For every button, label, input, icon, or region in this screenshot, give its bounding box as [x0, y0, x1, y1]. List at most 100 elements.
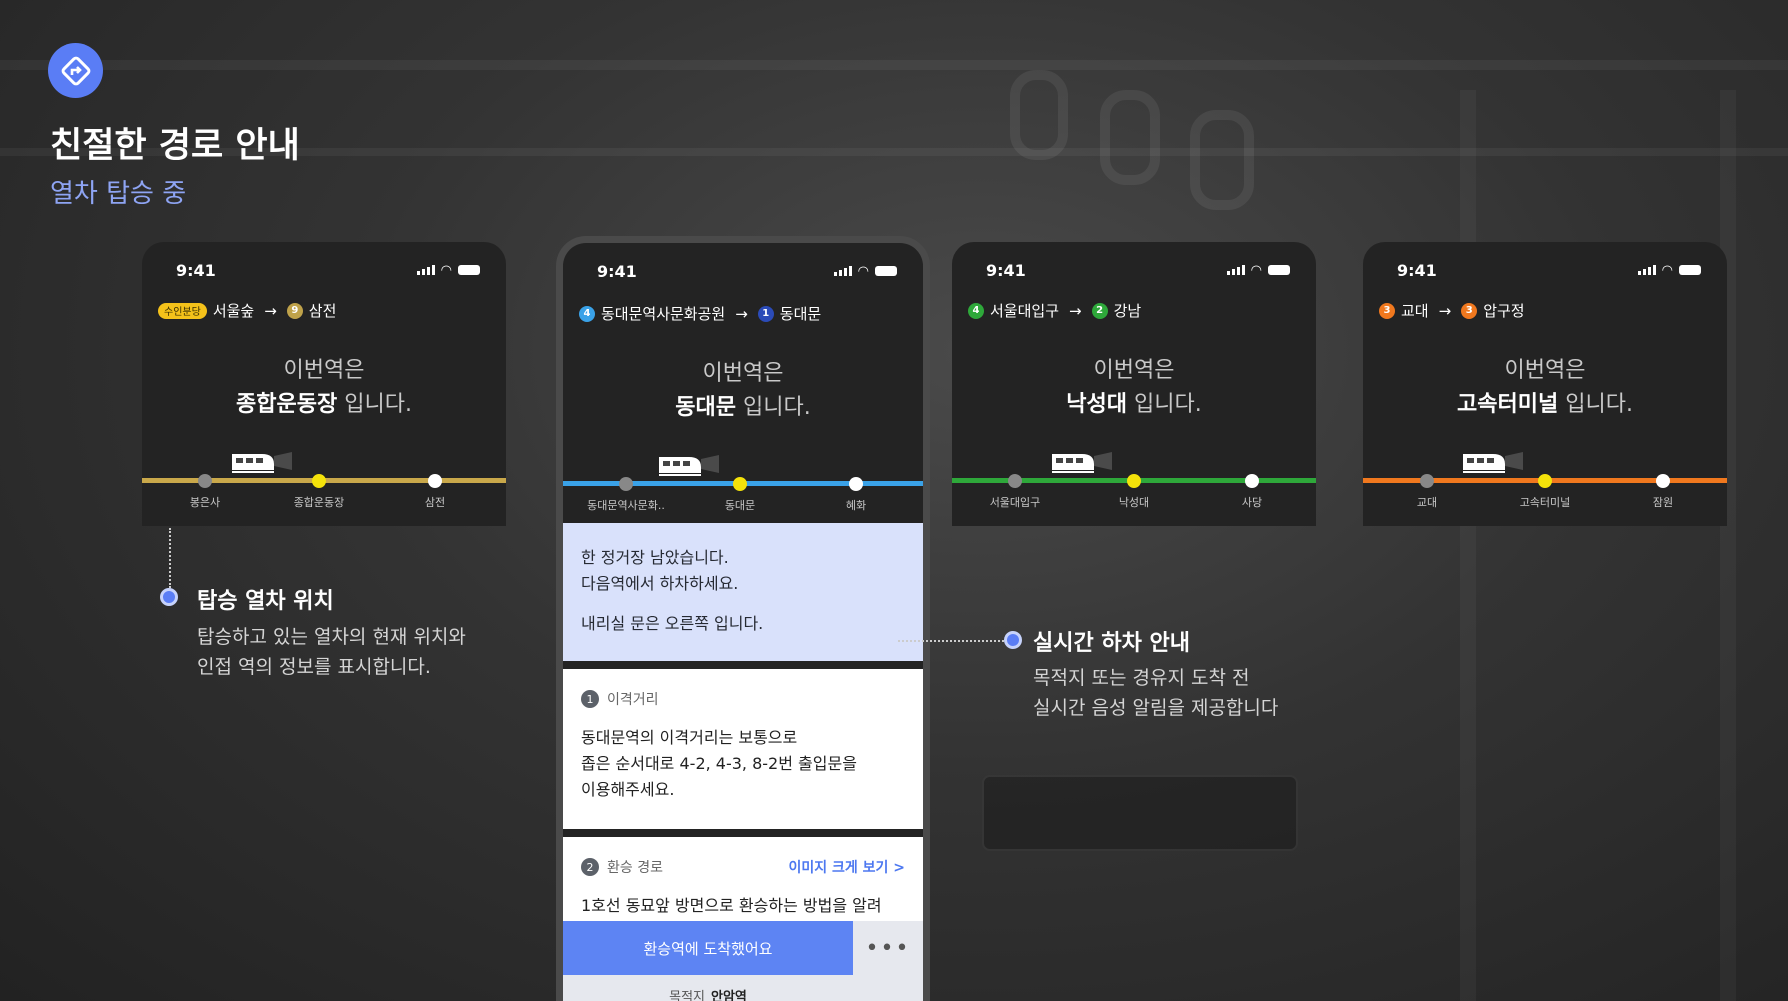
- section-body-line: 좁은 순서대로 4-2, 4-3, 8-2번 출입문을: [581, 754, 857, 773]
- station-label-next: 사당: [1241, 496, 1263, 509]
- annotation-desc-line: 실시간 음성 알림을 제공합니다: [1033, 697, 1279, 719]
- train-icon: [1459, 450, 1523, 474]
- station-dot-next: [428, 474, 442, 488]
- page-title: 친절한 경로 안내: [50, 126, 300, 166]
- status-time: 9:41: [1397, 260, 1437, 280]
- destination-bar-end: [853, 975, 923, 1001]
- route-summary: 3 교대 → 3 압구정: [1379, 300, 1711, 321]
- line-badge-to: 9: [286, 302, 303, 319]
- route-summary: 수인분당 서울숲 → 9 삼전: [158, 300, 490, 321]
- status-time: 9:41: [986, 260, 1026, 280]
- station-announcement: 이번역은 동대문 입니다.: [563, 357, 923, 425]
- alert-line3: 내리실 문은 오른쪽 입니다.: [581, 614, 764, 633]
- section-body-line: 동대문역의 이격거리는 보통으로: [581, 728, 798, 747]
- phone-screen-line3: 9:41 ◠ 3 교대 → 3 압구정 이번역은 고속터미널 입니다. 교대 고…: [1363, 242, 1727, 526]
- signal-icon: [416, 265, 435, 275]
- destination-bar: 목적지 안암역: [563, 975, 853, 1001]
- line-badge-from: 4: [968, 302, 984, 319]
- route-summary: 4 동대문역사문화공원 → 1 동대문: [579, 303, 907, 324]
- route-from: 동대문역사문화공원: [601, 305, 726, 323]
- station-announcement: 이번역은 낙성대 입니다.: [952, 354, 1316, 422]
- annotation-desc-line: 목적지 또는 경유지 도착 전: [1033, 667, 1250, 689]
- station-label-next: 잠원: [1652, 496, 1674, 509]
- station-dot-next: [1656, 474, 1670, 488]
- station-dot-prev: [1420, 474, 1434, 488]
- section-title: 환승 경로: [607, 860, 663, 876]
- signal-icon: [1637, 265, 1656, 275]
- station-label-current: 낙성대: [1118, 496, 1150, 509]
- station-dot-next: [849, 477, 863, 491]
- status-time: 9:41: [597, 261, 637, 281]
- announce-station: 종합운동장: [236, 392, 338, 417]
- annotation-desc-left: 탑승하고 있는 열차의 현재 위치와 인접 역의 정보를 표시합니다.: [197, 622, 466, 682]
- signal-icon: [1226, 265, 1245, 275]
- annotation-title-left: 탑승 열차 위치: [197, 589, 334, 614]
- route-from: 교대: [1401, 302, 1429, 320]
- priority-seat-sign: [982, 775, 1298, 851]
- wifi-icon: ◠: [440, 262, 452, 278]
- station-label-prev: 봉은사: [189, 496, 221, 509]
- announce-suffix: 입니다.: [736, 395, 811, 420]
- line-badge-from: 3: [1379, 302, 1395, 319]
- route-to: 삼전: [308, 302, 337, 320]
- announce-line1: 이번역은: [1093, 358, 1175, 383]
- station-dot-prev: [619, 477, 633, 491]
- section-number: 1: [581, 690, 599, 708]
- arrived-transfer-button[interactable]: 환승역에 도착했어요: [563, 921, 853, 975]
- phone-screen-line2: 9:41 ◠ 4 서울대입구 → 2 강남 이번역은 낙성대 입니다. 서울대입…: [952, 242, 1316, 526]
- alert-line2: 다음역에서 하차하세요.: [581, 574, 739, 593]
- route-logo-icon: [48, 43, 103, 98]
- announce-suffix: 입니다.: [1127, 392, 1202, 417]
- phone-screen-suin: 9:41 ◠ 수인분당 서울숲 → 9 삼전 이번역은 종합운동장 입니다. 봉…: [142, 242, 506, 526]
- battery-icon: [875, 266, 897, 276]
- line-badge-to: 2: [1091, 302, 1108, 319]
- annotation-desc-line: 탑승하고 있는 열차의 현재 위치와: [197, 626, 466, 648]
- view-image-link[interactable]: 이미지 크게 보기 >: [788, 857, 905, 877]
- announce-line1: 이번역은: [702, 361, 784, 386]
- alight-alert: 한 정거장 남았습니다. 다음역에서 하차하세요. 내리실 문은 오른쪽 입니다…: [563, 523, 923, 661]
- station-label-current: 종합운동장: [293, 496, 345, 509]
- line-badge-from: 4: [579, 305, 595, 322]
- train-icon: [228, 450, 292, 474]
- status-bar: 9:41 ◠: [176, 260, 480, 280]
- station-label-prev: 동대문역사문화..: [587, 499, 665, 512]
- destination-value: 안암역: [711, 989, 747, 1001]
- station-label-prev: 교대: [1416, 496, 1438, 509]
- arrow-right-icon: →: [735, 304, 748, 323]
- announce-suffix: 입니다.: [337, 392, 412, 417]
- route-from: 서울대입구: [990, 302, 1060, 320]
- station-dot-prev: [198, 474, 212, 488]
- station-dot-next: [1245, 474, 1259, 488]
- line-badge-to: 1: [757, 305, 774, 322]
- station-dot-current: [312, 474, 326, 488]
- line-badge-from: 수인분당: [158, 302, 207, 319]
- announce-station: 동대문: [675, 395, 736, 420]
- announce-line1: 이번역은: [283, 358, 365, 383]
- station-dot-current: [1538, 474, 1552, 488]
- battery-icon: [1268, 265, 1290, 275]
- section-number: 2: [581, 858, 599, 876]
- wifi-icon: ◠: [1250, 262, 1262, 278]
- annotation-connector-left: [169, 528, 171, 588]
- arrow-right-icon: →: [264, 301, 277, 320]
- wifi-icon: ◠: [857, 263, 869, 279]
- status-bar: 9:41 ◠: [1397, 260, 1701, 280]
- station-label-next: 혜화: [845, 499, 867, 512]
- arrow-right-icon: →: [1069, 301, 1082, 320]
- more-options-button[interactable]: •••: [853, 921, 923, 975]
- station-announcement: 이번역은 고속터미널 입니다.: [1363, 354, 1727, 422]
- route-to: 강남: [1113, 302, 1142, 320]
- signal-icon: [833, 266, 852, 276]
- section-body-line: 이용해주세요.: [581, 780, 675, 799]
- station-label-current: 동대문: [724, 499, 756, 512]
- route-to: 동대문: [779, 305, 822, 323]
- announce-station: 낙성대: [1066, 392, 1127, 417]
- section-body-line: 1호선 동묘앞 방면으로 환승하는 방법을 알려: [581, 896, 882, 915]
- status-time: 9:41: [176, 260, 216, 280]
- station-label-prev: 서울대입구: [989, 496, 1041, 509]
- arrow-right-icon: →: [1438, 301, 1452, 320]
- section-title: 이격거리: [607, 692, 659, 708]
- annotation-desc-line: 인접 역의 정보를 표시합니다.: [197, 656, 431, 678]
- route-from: 서울숲: [212, 302, 255, 320]
- wifi-icon: ◠: [1661, 262, 1673, 278]
